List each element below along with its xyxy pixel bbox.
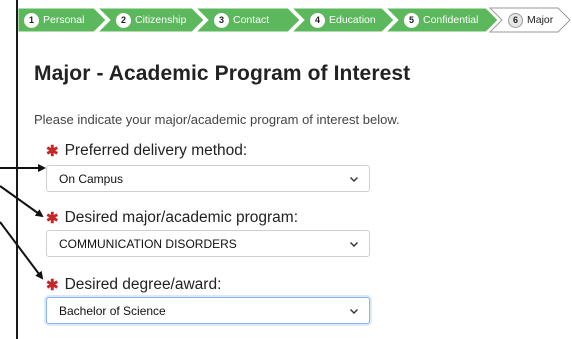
step-citizenship[interactable]: 2 Citizenship [110, 8, 200, 32]
main-content: Major - Academic Program of Interest Ple… [34, 62, 554, 127]
step-contact[interactable]: 3 Contact [208, 8, 296, 32]
chevron-down-icon [350, 176, 358, 182]
required-icon: ✱ [46, 143, 59, 160]
delivery-method-select[interactable]: On Campus [46, 165, 370, 192]
step-confidential[interactable]: 5 Confidential [398, 8, 494, 32]
step-number: 6 [508, 12, 523, 28]
major-label: ✱ Desired major/academic program: [46, 209, 298, 227]
degree-label: ✱ Desired degree/award: [46, 276, 221, 294]
application-frame: 1 Personal 2 Citizenship 3 Contact 4 Edu… [16, 0, 572, 339]
step-label: Confidential [423, 14, 479, 26]
step-number: 2 [116, 12, 131, 28]
step-number: 1 [24, 12, 39, 28]
intro-text: Please indicate your major/academic prog… [34, 112, 400, 127]
delivery-label: ✱ Preferred delivery method: [46, 142, 247, 160]
major-program-select[interactable]: COMMUNICATION DISORDERS [46, 230, 370, 257]
required-icon: ✱ [46, 277, 59, 294]
step-education[interactable]: 4 Education [304, 8, 390, 32]
chevron-down-icon [350, 308, 358, 314]
degree-award-value: Bachelor of Science [59, 303, 166, 318]
degree-label-text: Desired degree/award: [64, 276, 222, 293]
step-major[interactable]: 6 Major [502, 8, 568, 32]
page-title: Major - Academic Program of Interest [34, 62, 411, 85]
step-label: Contact [233, 14, 270, 26]
step-label: Personal [43, 14, 85, 26]
step-number: 4 [310, 12, 325, 28]
delivery-label-text: Preferred delivery method: [64, 142, 248, 159]
step-number: 3 [214, 12, 229, 28]
progress-steps: 1 Personal 2 Citizenship 3 Contact 4 Edu… [18, 2, 572, 38]
chevron-down-icon [350, 241, 358, 247]
major-label-text: Desired major/academic program: [64, 209, 299, 226]
step-label: Citizenship [135, 14, 187, 26]
major-program-value: COMMUNICATION DISORDERS [59, 236, 237, 251]
step-number: 5 [404, 12, 419, 28]
degree-award-select[interactable]: Bachelor of Science [46, 297, 370, 324]
required-icon: ✱ [46, 210, 59, 227]
step-label: Major [527, 14, 554, 26]
step-personal[interactable]: 1 Personal [18, 8, 98, 32]
step-label: Education [329, 14, 376, 26]
delivery-method-value: On Campus [59, 171, 124, 186]
